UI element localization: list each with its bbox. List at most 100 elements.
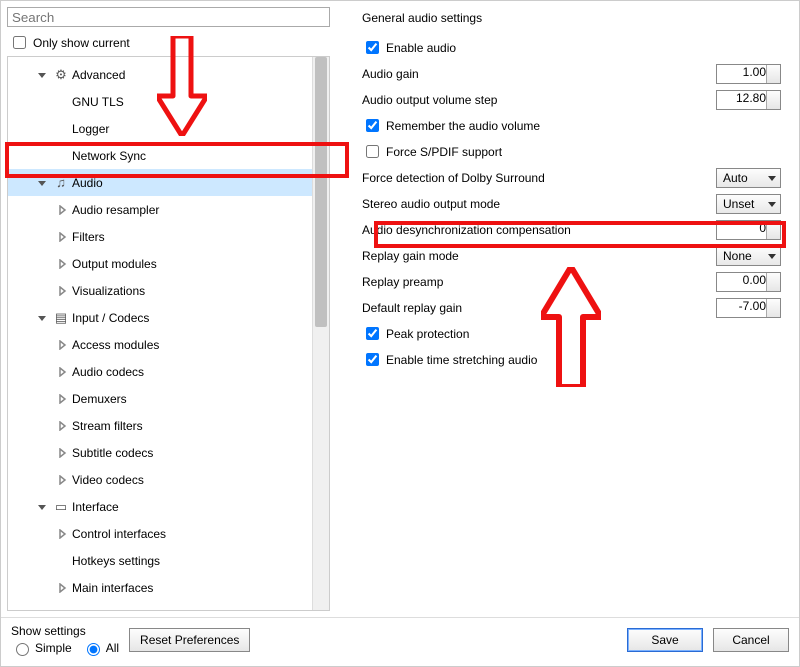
main-area: Only show current ⚙AdvancedGNU TLS Logger…: [1, 1, 799, 617]
tree-item[interactable]: Access modules: [8, 331, 312, 358]
tree-item[interactable]: Logger: [8, 115, 312, 142]
scrollbar[interactable]: [312, 57, 329, 610]
tree-item[interactable]: ▭Interface: [8, 493, 312, 520]
tree-item[interactable]: Hotkeys settings: [8, 547, 312, 574]
force-spdif[interactable]: Force S/PDIF support: [362, 142, 502, 161]
settings-panel: General audio settings Enable audio Audi…: [336, 1, 799, 617]
tree-item[interactable]: Output modules: [8, 250, 312, 277]
tree-item[interactable]: Visualizations: [8, 277, 312, 304]
only-show-current-label: Only show current: [33, 36, 130, 50]
remember-volume-checkbox[interactable]: [366, 119, 379, 132]
tree-item[interactable]: GNU TLS: [8, 88, 312, 115]
codecs-icon: ▤: [52, 310, 70, 326]
tree-item-label: Subtitle codecs: [72, 446, 153, 460]
chevron-down-icon[interactable]: [34, 607, 50, 611]
sidebar: Only show current ⚙AdvancedGNU TLS Logger…: [1, 1, 336, 617]
tree-item-label: Logger: [72, 122, 109, 136]
tree-item[interactable]: Audio resampler: [8, 196, 312, 223]
only-show-current-checkbox[interactable]: [13, 36, 26, 49]
time-stretch-checkbox[interactable]: [366, 353, 379, 366]
section-title: General audio settings: [362, 11, 781, 25]
show-settings-group: Show settings Simple All: [11, 624, 119, 656]
chevron-right-icon[interactable]: [54, 445, 70, 461]
desync-input[interactable]: 0: [716, 220, 781, 240]
settings-tree[interactable]: ⚙AdvancedGNU TLSLoggerNetwork Sync♫Audio…: [8, 57, 312, 610]
scroll-thumb[interactable]: [315, 57, 327, 327]
show-settings-label: Show settings: [11, 624, 119, 638]
tree-item-label: Hotkeys settings: [72, 554, 160, 568]
tree-item-label: Network Sync: [72, 149, 146, 163]
tree-item[interactable]: ⚙Advanced: [8, 61, 312, 88]
chevron-right-icon[interactable]: [54, 526, 70, 542]
tree-item[interactable]: Audio codecs: [8, 358, 312, 385]
chevron-right-icon[interactable]: [54, 337, 70, 353]
chevron-right-icon[interactable]: [54, 202, 70, 218]
stereo-select[interactable]: Unset: [716, 194, 781, 214]
dolby-select[interactable]: Auto: [716, 168, 781, 188]
volume-step-input[interactable]: 12.80: [716, 90, 781, 110]
replay-preamp-label: Replay preamp: [362, 275, 716, 289]
stereo-label: Stereo audio output mode: [362, 197, 716, 211]
tree-item-label: Control interfaces: [72, 527, 166, 541]
force-spdif-checkbox[interactable]: [366, 145, 379, 158]
radio-simple-input[interactable]: [16, 643, 29, 656]
desync-label: Audio desynchronization compensation: [362, 223, 716, 237]
tree-item-label: Video codecs: [72, 473, 144, 487]
chevron-down-icon[interactable]: [34, 310, 50, 326]
tree-item[interactable]: ♫Audio: [8, 169, 312, 196]
reset-preferences-button[interactable]: Reset Preferences: [129, 628, 250, 652]
tree-item-label: Interface: [72, 500, 119, 514]
replay-preamp-input[interactable]: 0.00: [716, 272, 781, 292]
tree-item-label: Access modules: [72, 338, 159, 352]
tree-item[interactable]: Main interfaces: [8, 574, 312, 601]
tree-item[interactable]: Network Sync: [8, 142, 312, 169]
peak-protection-checkbox[interactable]: [366, 327, 379, 340]
search-input[interactable]: [7, 7, 330, 27]
playlist-icon: ≡: [52, 607, 70, 611]
tree-item[interactable]: ≡Playlist: [8, 601, 312, 610]
enable-audio-checkbox[interactable]: [366, 41, 379, 54]
replay-mode-label: Replay gain mode: [362, 249, 716, 263]
tree-item[interactable]: Demuxers: [8, 385, 312, 412]
chevron-right-icon[interactable]: [54, 364, 70, 380]
remember-volume[interactable]: Remember the audio volume: [362, 116, 540, 135]
radio-simple[interactable]: Simple: [11, 640, 72, 656]
radio-all[interactable]: All: [82, 640, 119, 656]
tree-item-label: Stream filters: [72, 419, 143, 433]
replay-mode-select[interactable]: None: [716, 246, 781, 266]
time-stretch[interactable]: Enable time stretching audio: [362, 350, 537, 369]
chevron-right-icon[interactable]: [54, 418, 70, 434]
tree-item[interactable]: ▤Input / Codecs: [8, 304, 312, 331]
peak-protection[interactable]: Peak protection: [362, 324, 469, 343]
default-replay-input[interactable]: -7.00: [716, 298, 781, 318]
cancel-button[interactable]: Cancel: [713, 628, 789, 652]
save-button[interactable]: Save: [627, 628, 703, 652]
tree-item[interactable]: Subtitle codecs: [8, 439, 312, 466]
radio-all-input[interactable]: [87, 643, 100, 656]
chevron-down-icon[interactable]: [34, 67, 50, 83]
enable-audio[interactable]: Enable audio: [362, 38, 456, 57]
tree-item[interactable]: Stream filters: [8, 412, 312, 439]
interface-icon: ▭: [52, 499, 70, 515]
chevron-right-icon[interactable]: [54, 472, 70, 488]
audio-gain-input[interactable]: 1.00: [716, 64, 781, 84]
footer: Show settings Simple All Reset Preferenc…: [1, 617, 799, 666]
default-replay-label: Default replay gain: [362, 301, 716, 315]
tree-item-label: Visualizations: [72, 284, 145, 298]
chevron-down-icon[interactable]: [34, 175, 50, 191]
tree-item-label: Input / Codecs: [72, 311, 149, 325]
chevron-right-icon[interactable]: [54, 229, 70, 245]
tree-item[interactable]: Filters: [8, 223, 312, 250]
tree-item[interactable]: Video codecs: [8, 466, 312, 493]
tree-item[interactable]: Control interfaces: [8, 520, 312, 547]
only-show-current[interactable]: Only show current: [9, 33, 330, 52]
chevron-right-icon[interactable]: [54, 580, 70, 596]
chevron-right-icon[interactable]: [54, 256, 70, 272]
music-icon: ♫: [52, 175, 70, 191]
preferences-window: Only show current ⚙AdvancedGNU TLS Logger…: [0, 0, 800, 667]
chevron-down-icon[interactable]: [34, 499, 50, 515]
tree-item-label: Output modules: [72, 257, 157, 271]
chevron-right-icon[interactable]: [54, 391, 70, 407]
volume-step-label: Audio output volume step: [362, 93, 716, 107]
chevron-right-icon[interactable]: [54, 283, 70, 299]
